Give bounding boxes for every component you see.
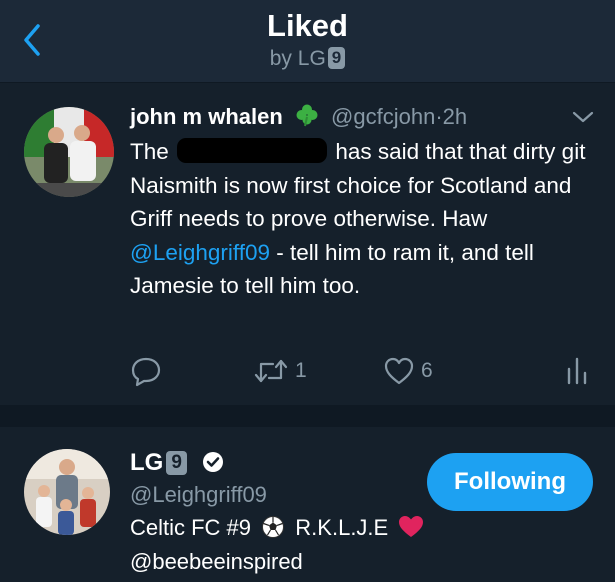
page-subtitle: by LG 9 [0, 47, 615, 71]
separator-dot: · [435, 104, 443, 129]
page-title: Liked [267, 8, 348, 43]
subtitle-badge: 9 [327, 47, 346, 69]
analytics-button[interactable] [564, 355, 590, 387]
user-bio-line1: Celtic FC #9 R.K.L.J.E [130, 515, 424, 541]
like-count: 6 [421, 359, 433, 382]
bio-text-b: R.K.L.J.E [295, 515, 389, 540]
user-name-badge: 9 [166, 451, 187, 475]
heart-emoji-icon [399, 516, 424, 537]
reply-icon [131, 357, 161, 387]
retweet-count: 1 [295, 359, 307, 382]
verified-icon [202, 452, 223, 472]
tweet-time: 2h [442, 104, 468, 129]
retweet-icon [254, 359, 288, 383]
bio-text-a: Celtic FC #9 [130, 515, 252, 540]
shamrock-icon [296, 104, 318, 127]
tweet-text: The has said that that dirty git Naismit… [130, 135, 595, 303]
user-handle[interactable]: @Leighgriff09 [130, 482, 267, 508]
user-bio-line2[interactable]: @beebeeinspired [130, 549, 303, 575]
reply-button[interactable] [130, 355, 162, 387]
display-name[interactable]: john m whalen [130, 104, 283, 129]
mention-link[interactable]: @Leighgriff09 [130, 240, 270, 265]
tweet-header: john m whalen @gcfcjohn·2h [130, 103, 467, 130]
analytics-icon [567, 357, 587, 385]
liked-tweet[interactable]: john m whalen @gcfcjohn·2h The has said … [0, 83, 615, 405]
tweet-handle[interactable]: @gcfcjohn [331, 104, 435, 129]
user-card[interactable]: LG 9 @Leighgriff09 Celtic FC #9 R.K.L.J.E… [0, 427, 615, 582]
retweet-button[interactable]: 1 [253, 355, 307, 387]
user-name[interactable]: LG 9 [130, 449, 224, 477]
tweet-text-start: The [130, 139, 169, 164]
soccer-ball-icon [262, 516, 285, 538]
chevron-down-icon[interactable] [570, 108, 596, 126]
avatar[interactable] [24, 107, 114, 197]
user-avatar[interactable] [24, 449, 110, 535]
section-divider [0, 405, 615, 427]
tweet-actions: 1 6 [0, 355, 615, 395]
like-button[interactable]: 6 [383, 355, 433, 387]
subtitle-text: by LG [269, 47, 326, 70]
following-button[interactable]: Following [427, 453, 593, 511]
like-icon [384, 357, 414, 385]
redaction-mark [177, 138, 328, 163]
header-bar: Liked by LG 9 [0, 0, 615, 83]
user-name-text: LG [130, 449, 164, 476]
